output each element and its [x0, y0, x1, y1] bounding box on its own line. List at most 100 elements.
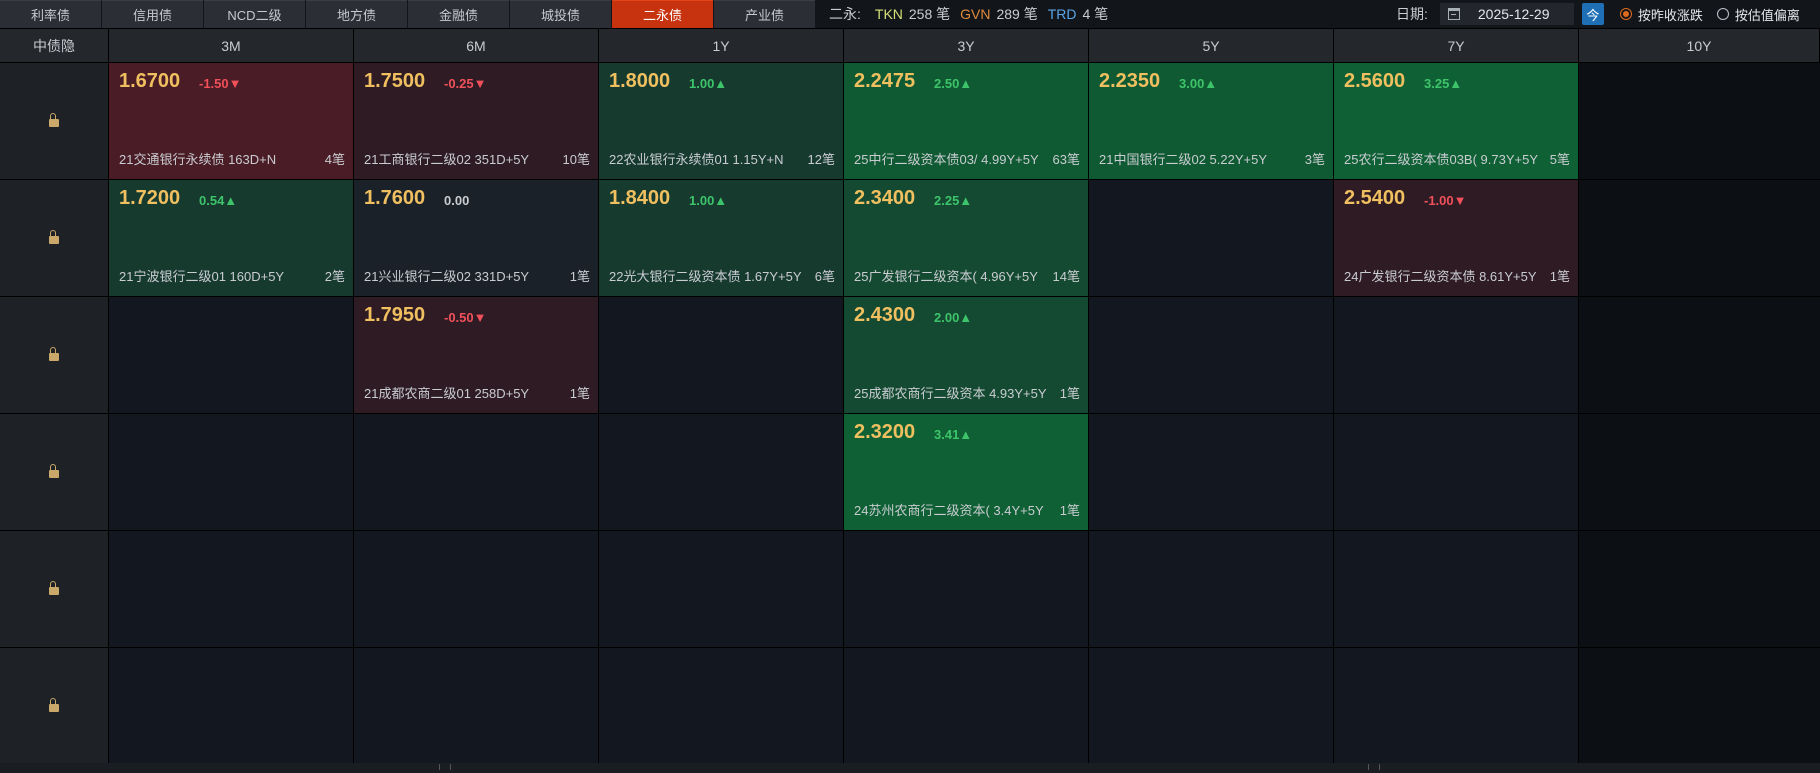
yield-value: 1.7500 — [364, 70, 426, 92]
column-header[interactable]: 6M — [354, 29, 599, 62]
bond-name: 21宁波银行二级01 160D+5Y — [119, 269, 285, 284]
tenor-header-row: 中债隐 3M 6M 1Y 3Y 5Y 7Y 10Y — [0, 29, 1820, 63]
grid-row: 1.7950 -0.50▼ 21成都农商二级01 258D+5Y 1笔 2.4300 2.… — [0, 297, 1820, 414]
radio-label: 按估值偏离 — [1734, 7, 1800, 23]
quote-cell[interactable]: 2.2475 2.50▲ 25中行二级资本债03/ 4.99Y+5Y 63笔 — [844, 63, 1089, 179]
change-value: -1.50▼ — [199, 76, 242, 91]
tab-2[interactable]: NCD二级 — [204, 0, 305, 28]
empty-cell — [1334, 531, 1579, 647]
trade-count: 63笔 — [1052, 152, 1080, 167]
radio-option-0[interactable]: 按昨收涨跌 — [1619, 5, 1703, 24]
tab-3[interactable]: 地方债 — [306, 0, 407, 28]
lock-cell[interactable] — [0, 63, 109, 179]
column-header[interactable]: 中债隐 — [0, 29, 109, 62]
tab-4[interactable]: 金融债 — [408, 0, 509, 28]
top-bar: 利率债 信用债 NCD二级 地方债 金融债 城投债 二永债 产业债 二永: TKN 258 笔… — [0, 0, 1820, 29]
trade-count: 1笔 — [1059, 503, 1080, 518]
tab-7[interactable]: 产业债 — [714, 0, 815, 28]
empty-cell — [1334, 414, 1579, 530]
tkn-count: 258 笔 — [908, 6, 951, 22]
change-value: 3.00▲ — [1179, 76, 1218, 91]
lock-icon[interactable] — [49, 113, 59, 127]
lock-cell[interactable] — [0, 531, 109, 647]
column-header[interactable]: 3M — [109, 29, 354, 62]
quote-cell[interactable]: 2.5600 3.25▲ 25农行二级资本债03B( 9.73Y+5Y 5笔 — [1334, 63, 1579, 179]
empty-cell — [1089, 414, 1334, 530]
lock-icon[interactable] — [49, 230, 59, 244]
yield-value: 2.3400 — [854, 187, 916, 209]
empty-cell — [844, 531, 1089, 647]
tab-6[interactable]: 二永债 — [612, 0, 713, 28]
change-value: -0.25▼ — [444, 76, 487, 91]
quote-cell[interactable]: 2.3400 2.25▲ 25广发银行二级资本( 4.96Y+5Y 14笔 — [844, 180, 1089, 296]
yield-grid: 中债隐 3M 6M 1Y 3Y 5Y 7Y 10Y 1.6700 -1.50▼ 21交通银行永续债… — [0, 29, 1820, 765]
bond-name: 25成都农商行二级资本 4.93Y+5Y — [854, 386, 1047, 401]
tab-0[interactable]: 利率债 — [0, 0, 101, 28]
column-header[interactable]: 1Y — [599, 29, 844, 62]
column-header[interactable]: 10Y — [1579, 29, 1820, 62]
bond-name: 21兴业银行二级02 331D+5Y — [364, 269, 530, 284]
trade-summary: 二永: TKN 258 笔 GVN 289 笔 TRD 4 笔 — [829, 0, 1118, 28]
bottom-scrollbar[interactable] — [0, 763, 1820, 773]
quote-cell[interactable]: 1.8000 1.00▲ 22农业银行永续债01 1.15Y+N 12笔 — [599, 63, 844, 179]
yield-value: 1.8400 — [609, 187, 671, 209]
lock-icon[interactable] — [49, 581, 59, 595]
quote-cell[interactable]: 2.2350 3.00▲ 21中国银行二级02 5.22Y+5Y 3笔 — [1089, 63, 1334, 179]
bond-name: 22光大银行二级资本债 1.67Y+5Y — [609, 269, 802, 284]
column-header[interactable]: 5Y — [1089, 29, 1334, 62]
lock-icon[interactable] — [49, 698, 59, 712]
empty-cell — [109, 648, 354, 764]
lock-icon[interactable] — [49, 347, 59, 361]
gvn-count: 289 笔 — [996, 6, 1038, 22]
empty-cell — [1334, 297, 1579, 413]
quote-cell[interactable]: 2.3200 3.41▲ 24苏州农商行二级资本( 3.4Y+5Y 1笔 — [844, 414, 1089, 530]
radio-button-icon[interactable] — [1619, 8, 1632, 20]
yield-value: 1.7950 — [364, 304, 426, 326]
trade-count: 1笔 — [569, 386, 590, 401]
empty-cell — [599, 297, 844, 413]
resize-grip[interactable] — [439, 764, 451, 770]
trade-count: 6笔 — [814, 269, 835, 284]
grid-row: 1.6700 -1.50▼ 21交通银行永续债 163D+N 4笔 1.7500 -0.2… — [0, 63, 1820, 180]
date-picker[interactable]: 2025-12-29 — [1439, 3, 1574, 25]
trd-count: 4 笔 — [1082, 6, 1109, 22]
quote-cell[interactable]: 1.7200 0.54▲ 21宁波银行二级01 160D+5Y 2笔 — [109, 180, 354, 296]
change-value: 1.00▲ — [689, 76, 728, 91]
radio-button-icon[interactable] — [1716, 8, 1729, 20]
quote-cell[interactable]: 1.6700 -1.50▼ 21交通银行永续债 163D+N 4笔 — [109, 63, 354, 179]
date-label: 日期: — [1396, 6, 1428, 22]
empty-cell — [354, 648, 599, 764]
gvn-code: GVN — [960, 6, 991, 22]
lock-cell[interactable] — [0, 414, 109, 530]
column-header[interactable]: 3Y — [844, 29, 1089, 62]
change-value: -1.00▼ — [1424, 193, 1467, 208]
grid-row — [0, 531, 1820, 648]
bond-name: 24广发银行二级资本债 8.61Y+5Y — [1344, 269, 1537, 284]
quote-cell[interactable]: 1.8400 1.00▲ 22光大银行二级资本债 1.67Y+5Y 6笔 — [599, 180, 844, 296]
resize-grip[interactable] — [1368, 764, 1380, 770]
yield-value: 1.7200 — [119, 187, 181, 209]
tab-5[interactable]: 城投债 — [510, 0, 611, 28]
quote-cell[interactable]: 2.4300 2.00▲ 25成都农商行二级资本 4.93Y+5Y 1笔 — [844, 297, 1089, 413]
column-header[interactable]: 7Y — [1334, 29, 1579, 62]
summary-label: 二永: — [829, 6, 861, 22]
trade-count: 5笔 — [1549, 152, 1570, 167]
quote-cell[interactable]: 1.7950 -0.50▼ 21成都农商二级01 258D+5Y 1笔 — [354, 297, 599, 413]
lock-cell[interactable] — [0, 648, 109, 764]
radio-option-1[interactable]: 按估值偏离 — [1716, 5, 1800, 24]
lock-icon[interactable] — [49, 464, 59, 478]
calendar-icon[interactable] — [1447, 8, 1460, 20]
empty-cell — [1334, 648, 1579, 764]
grid-row — [0, 648, 1820, 765]
quote-cell[interactable]: 2.5400 -1.00▼ 24广发银行二级资本债 8.61Y+5Y 1笔 — [1334, 180, 1579, 296]
today-button[interactable]: 今 — [1581, 3, 1604, 25]
tab-1[interactable]: 信用债 — [102, 0, 203, 28]
quote-cell[interactable]: 1.7500 -0.25▼ 21工商银行二级02 351D+5Y 10笔 — [354, 63, 599, 179]
trade-count: 1笔 — [1549, 269, 1570, 284]
empty-cell — [1089, 180, 1334, 296]
grid-row: 2.3200 3.41▲ 24苏州农商行二级资本( 3.4Y+5Y 1笔 — [0, 414, 1820, 531]
lock-cell[interactable] — [0, 297, 109, 413]
yield-value: 2.4300 — [854, 304, 916, 326]
quote-cell[interactable]: 1.7600 0.00 21兴业银行二级02 331D+5Y 1笔 — [354, 180, 599, 296]
lock-cell[interactable] — [0, 180, 109, 296]
